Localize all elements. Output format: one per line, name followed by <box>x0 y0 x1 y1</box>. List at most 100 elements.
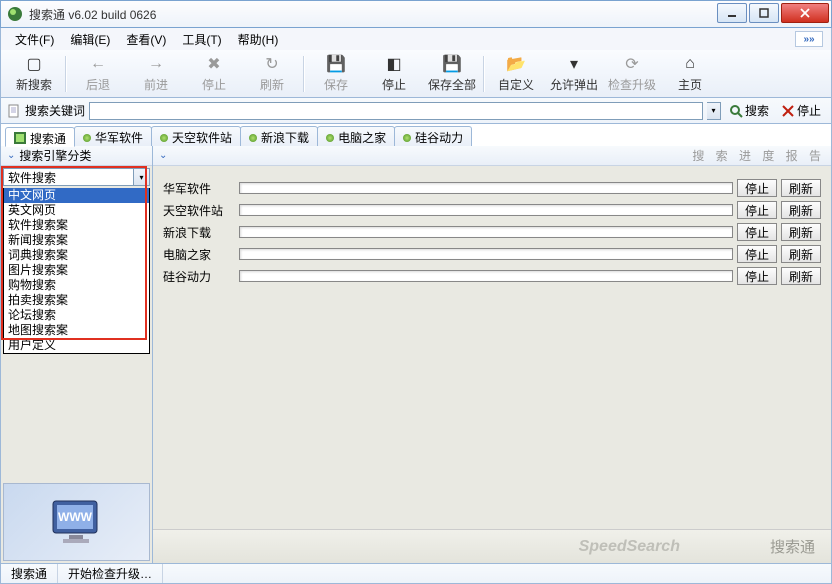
right-panel-header[interactable]: ⌄ 搜 索 进 度 报 告 <box>153 146 831 166</box>
tab-engine-1[interactable]: 华军软件 <box>74 126 152 146</box>
category-area: 软件搜索 ▾ 中文网页英文网页软件搜索案新闻搜索案词典搜索案图片搜索案购物搜索拍… <box>1 166 152 481</box>
maximize-button[interactable] <box>749 3 779 23</box>
progress-label: 硅谷动力 <box>163 268 239 285</box>
tab-engine-2[interactable]: 天空软件站 <box>151 126 241 146</box>
menu-edit[interactable]: 编辑(E) <box>64 29 116 50</box>
category-option[interactable]: 地图搜索案 <box>4 323 149 338</box>
search-stop-button[interactable]: 停止 <box>777 102 825 119</box>
search-dropdown-button[interactable]: ▾ <box>707 102 721 120</box>
left-panel: ⌄ 搜索引擎分类 软件搜索 ▾ 中文网页英文网页软件搜索案新闻搜索案词典搜索案图… <box>1 146 153 563</box>
engine-dot-icon <box>403 134 411 142</box>
category-option[interactable]: 拍卖搜索案 <box>4 293 149 308</box>
saveall-icon: 💾 <box>442 54 462 74</box>
row-refresh-button[interactable]: 刷新 <box>781 201 821 219</box>
category-option[interactable]: 词典搜索案 <box>4 248 149 263</box>
row-refresh-button[interactable]: 刷新 <box>781 179 821 197</box>
tab-row: 搜索通 华军软件 天空软件站 新浪下载 电脑之家 硅谷动力 <box>0 124 832 146</box>
progress-row: 天空软件站 停止刷新 <box>163 200 821 220</box>
saveall-button[interactable]: 💾保存全部 <box>423 52 481 96</box>
row-stop-button[interactable]: 停止 <box>737 223 777 241</box>
category-option[interactable]: 购物搜索 <box>4 278 149 293</box>
chevron-down-icon: ⌄ <box>7 150 15 161</box>
search-icon <box>729 104 743 118</box>
progress-bar <box>239 270 733 282</box>
refresh-button[interactable]: ↻刷新 <box>243 52 301 96</box>
category-option[interactable]: 用户定义 <box>4 338 149 353</box>
save-button[interactable]: 💾保存 <box>307 52 365 96</box>
home-icon: ⌂ <box>680 54 700 74</box>
tab-engine-3[interactable]: 新浪下载 <box>240 126 318 146</box>
home-button[interactable]: ⌂主页 <box>661 52 719 96</box>
tab-engine-5[interactable]: 硅谷动力 <box>394 126 472 146</box>
row-stop-button[interactable]: 停止 <box>737 179 777 197</box>
progress-label: 电脑之家 <box>163 246 239 263</box>
row-refresh-button[interactable]: 刷新 <box>781 223 821 241</box>
status-cell-1: 搜索通 <box>1 564 58 583</box>
row-stop-button[interactable]: 停止 <box>737 245 777 263</box>
progress-label: 华军软件 <box>163 180 239 197</box>
brand-en: SpeedSearch <box>579 538 680 556</box>
search-button[interactable]: 搜索 <box>725 102 773 119</box>
save-icon: 💾 <box>326 54 346 74</box>
left-panel-header[interactable]: ⌄ 搜索引擎分类 <box>1 146 152 166</box>
minimize-button[interactable] <box>717 3 747 23</box>
monitor-icon: WWW <box>47 497 107 547</box>
preview-thumbnail: WWW <box>3 483 150 561</box>
update-icon: ⟳ <box>622 54 642 74</box>
document-icon: ▢ <box>24 54 44 74</box>
category-option[interactable]: 论坛搜索 <box>4 308 149 323</box>
brand-cn: 搜索通 <box>770 536 815 557</box>
cancel-icon <box>781 104 795 118</box>
menu-expand-button[interactable]: »» <box>795 31 823 47</box>
progress-label: 天空软件站 <box>163 202 239 219</box>
close-button[interactable] <box>781 3 829 23</box>
category-dropdown: 中文网页英文网页软件搜索案新闻搜索案词典搜索案图片搜索案购物搜索拍卖搜索案论坛搜… <box>3 188 150 354</box>
tab-main[interactable]: 搜索通 <box>5 127 75 147</box>
category-combo-value: 软件搜索 <box>4 169 133 186</box>
stop2-button[interactable]: ◧停止 <box>365 52 423 96</box>
titlebar: 搜索通 v6.02 build 0626 <box>0 0 832 28</box>
search-label-text: 搜索关键词 <box>25 102 85 119</box>
category-option[interactable]: 新闻搜索案 <box>4 233 149 248</box>
category-option[interactable]: 软件搜索案 <box>4 218 149 233</box>
menu-file[interactable]: 文件(F) <box>9 29 60 50</box>
progress-row: 硅谷动力 停止刷新 <box>163 266 821 286</box>
progress-row: 华军软件 停止刷新 <box>163 178 821 198</box>
forward-button[interactable]: →前进 <box>127 52 185 96</box>
custom-button[interactable]: 📂自定义 <box>487 52 545 96</box>
menu-tools[interactable]: 工具(T) <box>176 29 227 50</box>
progress-bar <box>239 248 733 260</box>
stop-icon: ✖ <box>204 54 224 74</box>
statusbar: 搜索通 开始检查升级… <box>0 564 832 584</box>
tab-engine-4[interactable]: 电脑之家 <box>317 126 395 146</box>
category-option[interactable]: 英文网页 <box>4 203 149 218</box>
category-option[interactable]: 图片搜索案 <box>4 263 149 278</box>
row-stop-button[interactable]: 停止 <box>737 201 777 219</box>
search-input[interactable] <box>89 102 703 120</box>
menu-help[interactable]: 帮助(H) <box>232 29 285 50</box>
popup-icon: ▾ <box>564 54 584 74</box>
row-stop-button[interactable]: 停止 <box>737 267 777 285</box>
engine-dot-icon <box>326 134 334 142</box>
engine-dot-icon <box>83 134 91 142</box>
brand-footer: SpeedSearch 搜索通 <box>153 529 831 563</box>
category-combo[interactable]: 软件搜索 ▾ <box>3 168 150 186</box>
row-refresh-button[interactable]: 刷新 <box>781 245 821 263</box>
new-search-button[interactable]: ▢新搜索 <box>5 52 63 96</box>
category-option[interactable]: 中文网页 <box>4 188 149 203</box>
engine-dot-icon <box>160 134 168 142</box>
update-button[interactable]: ⟳检查升级 <box>603 52 661 96</box>
page-icon <box>7 104 21 118</box>
status-cell-2: 开始检查升级… <box>58 564 163 583</box>
engine-dot-icon <box>249 134 257 142</box>
row-refresh-button[interactable]: 刷新 <box>781 267 821 285</box>
tab-main-icon <box>14 132 26 144</box>
back-button[interactable]: ←后退 <box>69 52 127 96</box>
menu-view[interactable]: 查看(V) <box>120 29 172 50</box>
stop-button[interactable]: ✖停止 <box>185 52 243 96</box>
combo-dropdown-button[interactable]: ▾ <box>133 169 149 185</box>
app-icon <box>7 6 23 22</box>
progress-label: 新浪下载 <box>163 224 239 241</box>
popup-button[interactable]: ▾允许弹出 <box>545 52 603 96</box>
arrow-right-icon: → <box>146 54 166 74</box>
